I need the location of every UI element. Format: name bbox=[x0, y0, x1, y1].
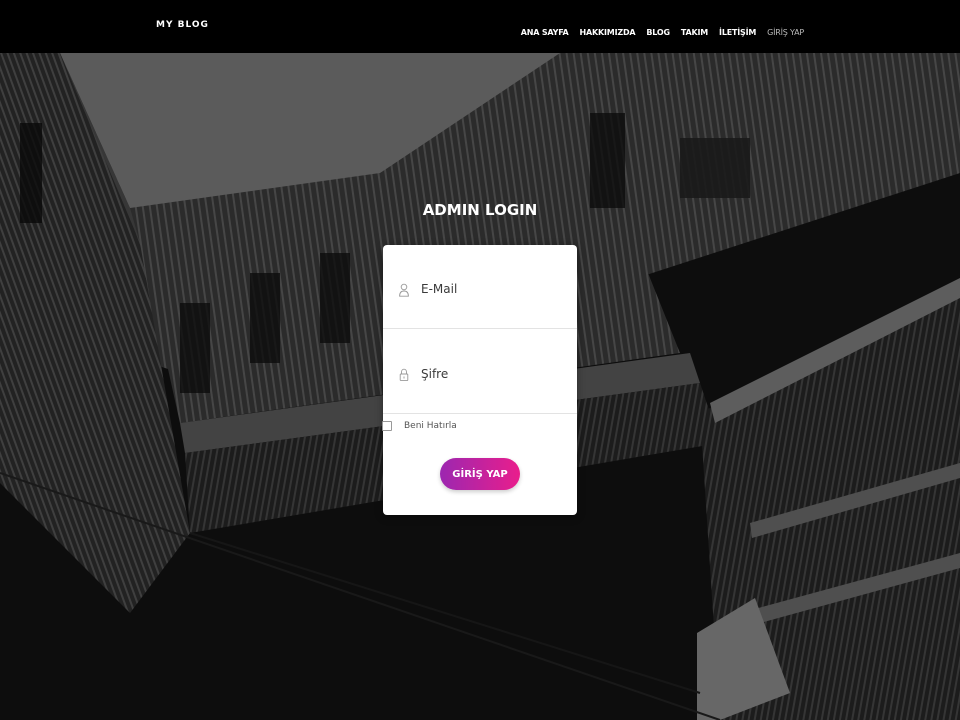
nav-links: ANA SAYFA HAKKIMIZDA BLOG TAKIM İLETİŞİM… bbox=[521, 20, 804, 39]
nav-item-takim: TAKIM bbox=[681, 20, 708, 39]
login-submit-button[interactable]: GİRİŞ YAP bbox=[440, 458, 520, 490]
nav-item-iletisim: İLETİŞİM bbox=[719, 20, 756, 39]
password-field-group bbox=[383, 330, 577, 414]
nav-link-giris-yap[interactable]: GİRİŞ YAP bbox=[767, 28, 804, 37]
nav-item-hakkimizda: HAKKIMIZDA bbox=[580, 20, 636, 39]
nav-item-blog: BLOG bbox=[646, 20, 670, 39]
nav-item-ana-sayfa: ANA SAYFA bbox=[521, 20, 569, 39]
email-field-group bbox=[383, 245, 577, 329]
navbar: MY BLOG ANA SAYFA HAKKIMIZDA BLOG TAKIM … bbox=[0, 0, 960, 53]
brand-logo[interactable]: MY BLOG bbox=[156, 20, 209, 30]
login-title: ADMIN LOGIN bbox=[422, 201, 538, 220]
login-form: Beni Hatırla GİRİŞ YAP bbox=[382, 245, 577, 515]
password-input[interactable] bbox=[421, 364, 561, 384]
lock-icon bbox=[399, 368, 409, 382]
nav-link-iletisim[interactable]: İLETİŞİM bbox=[719, 28, 756, 37]
nav-link-blog[interactable]: BLOG bbox=[646, 28, 670, 37]
nav-link-ana-sayfa[interactable]: ANA SAYFA bbox=[521, 28, 569, 37]
remember-me[interactable]: Beni Hatırla bbox=[382, 419, 457, 433]
remember-me-checkbox[interactable] bbox=[382, 421, 392, 431]
user-icon bbox=[399, 283, 409, 297]
remember-me-label: Beni Hatırla bbox=[404, 421, 457, 431]
nav-link-hakkimizda[interactable]: HAKKIMIZDA bbox=[580, 28, 636, 37]
nav-link-takim[interactable]: TAKIM bbox=[681, 28, 708, 37]
email-input[interactable] bbox=[421, 279, 561, 299]
nav-item-giris-yap: GİRİŞ YAP bbox=[767, 20, 804, 39]
